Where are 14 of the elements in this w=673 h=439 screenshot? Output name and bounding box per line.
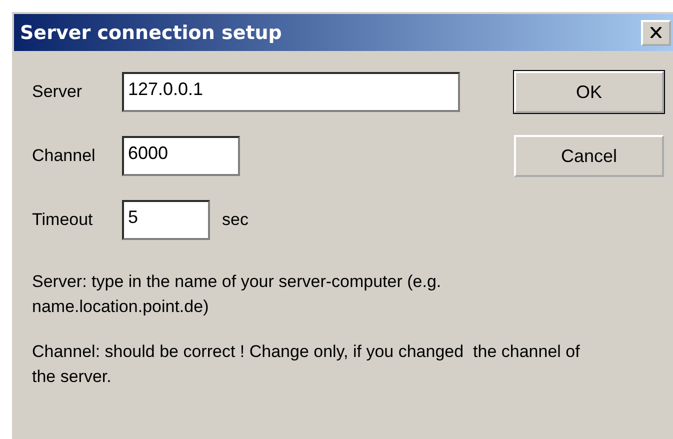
- input-field[interactable]: 127.0.0.1: [122, 72, 460, 112]
- close-icon: [650, 27, 662, 38]
- dialog-button[interactable]: Cancel: [514, 135, 664, 177]
- close-button[interactable]: [641, 20, 671, 46]
- unit-label: sec: [222, 210, 248, 230]
- input-field[interactable]: 5: [122, 200, 210, 240]
- field-label: Timeout: [32, 210, 94, 230]
- help-text: Server: type in the name of your server-computer (e.g. name.location.point.de): [32, 271, 442, 318]
- field-label: Channel: [32, 146, 96, 166]
- dialog-button[interactable]: OK: [514, 71, 664, 113]
- input-field[interactable]: 6000: [122, 136, 240, 176]
- help-text: Channel: should be correct ! Change only, if you changed the channel of the server.: [32, 341, 581, 388]
- field-label: Server: [32, 82, 84, 102]
- window-title: Server connection setup: [20, 22, 282, 44]
